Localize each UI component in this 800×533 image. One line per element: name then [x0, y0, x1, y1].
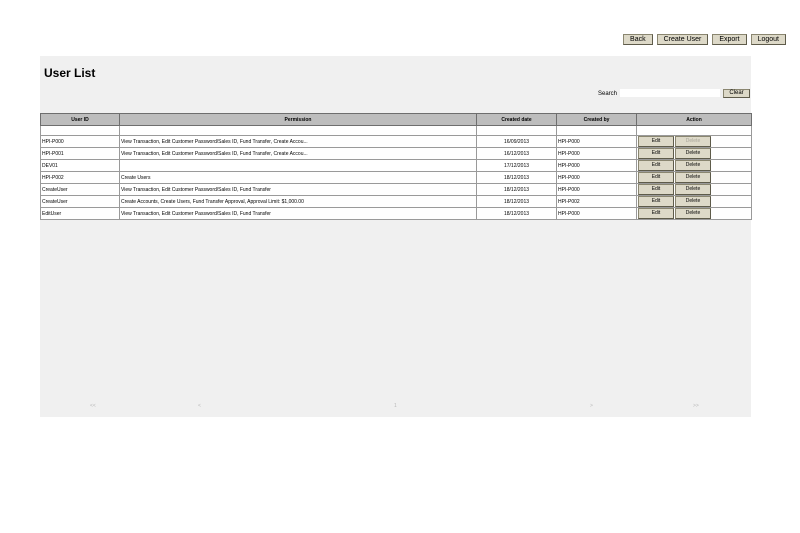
filter-created-date[interactable] [476, 125, 557, 136]
delete-button[interactable]: Delete [675, 184, 711, 195]
header-created-by[interactable]: Created by [556, 113, 637, 126]
pager-last[interactable]: >> [693, 403, 699, 409]
filter-permission[interactable] [119, 125, 477, 136]
cell-action: Edit Delete [636, 147, 752, 160]
cell-created-date: 16/12/2013 [476, 147, 557, 160]
filter-user-id[interactable] [40, 125, 120, 136]
edit-button[interactable]: Edit [638, 196, 674, 207]
clear-button[interactable]: Clear [723, 89, 750, 98]
table-row: DEV01 17/12/2013 HPI-P000 Edit Delete [40, 159, 752, 172]
create-user-button[interactable]: Create User [656, 34, 709, 45]
cell-user-id: HPI-P001 [40, 147, 120, 160]
cell-action: Edit Delete [636, 171, 752, 184]
delete-button: Delete [675, 136, 711, 147]
edit-button[interactable]: Edit [638, 160, 674, 171]
cell-created-date: 16/09/2013 [476, 135, 557, 148]
delete-button[interactable]: Delete [675, 160, 711, 171]
cell-created-by: HPI-P000 [556, 207, 637, 220]
header-created-date[interactable]: Created date [476, 113, 557, 126]
user-list-panel: User List Search Clear User ID Permissio… [40, 56, 752, 417]
filter-row [40, 125, 752, 136]
cell-created-by: HPI-P002 [556, 195, 637, 208]
cell-permission: View Transaction, Edit Customer Password… [119, 183, 477, 196]
cell-permission: View Transaction, Edit Customer Password… [119, 207, 477, 220]
cell-user-id: EditUser [40, 207, 120, 220]
edit-button[interactable]: Edit [638, 184, 674, 195]
cell-created-by: HPI-P000 [556, 159, 637, 172]
table-row: CreateUser Create Accounts, Create Users,… [40, 195, 752, 208]
cell-action: Edit Delete [636, 195, 752, 208]
search-label: Search [598, 91, 618, 97]
table-row: HPI-P002 Create Users 18/12/2013 HPI-P000 Ed… [40, 171, 752, 184]
cell-action: Edit Delete [636, 183, 752, 196]
cell-user-id: CreateUser [40, 183, 120, 196]
edit-button[interactable]: Edit [638, 208, 674, 219]
filter-action [636, 125, 752, 136]
pager-page[interactable]: 1 [394, 403, 397, 409]
table-header-row: User ID Permission Created date Created … [40, 113, 752, 126]
pager: << < 1 > >> [40, 401, 751, 411]
pager-prev[interactable]: < [198, 403, 201, 409]
cell-created-date: 18/12/2013 [476, 207, 557, 220]
cell-user-id: DEV01 [40, 159, 120, 172]
pager-first[interactable]: << [90, 403, 96, 409]
cell-user-id: CreateUser [40, 195, 120, 208]
cell-created-date: 17/12/2013 [476, 159, 557, 172]
export-button[interactable]: Export [712, 34, 747, 45]
edit-button[interactable]: Edit [638, 148, 674, 159]
user-table: User ID Permission Created date Created … [40, 113, 752, 220]
search-input[interactable] [620, 89, 720, 97]
pager-next[interactable]: > [590, 403, 593, 409]
logout-button[interactable]: Logout [750, 34, 786, 45]
delete-button[interactable]: Delete [675, 208, 711, 219]
header-user-id[interactable]: User ID [40, 113, 120, 126]
cell-created-date: 18/12/2013 [476, 195, 557, 208]
delete-button[interactable]: Delete [675, 148, 711, 159]
page-title: User List [44, 66, 96, 80]
cell-permission [119, 159, 477, 172]
header-permission[interactable]: Permission [119, 113, 477, 126]
table-row: EditUser View Transaction, Edit Customer … [40, 207, 752, 220]
cell-created-by: HPI-P000 [556, 171, 637, 184]
table-row: HPI-P001 View Transaction, Edit Customer … [40, 147, 752, 160]
cell-permission: View Transaction, Edit Customer Password… [119, 135, 477, 148]
edit-button[interactable]: Edit [638, 136, 674, 147]
cell-created-by: HPI-P000 [556, 135, 637, 148]
table-row: CreateUser View Transaction, Edit Custome… [40, 183, 752, 196]
cell-created-date: 18/12/2013 [476, 183, 557, 196]
table-row: HPI-P000 View Transaction, Edit Customer … [40, 135, 752, 148]
cell-action: Edit Delete [636, 159, 752, 172]
cell-permission: View Transaction, Edit Customer Password… [119, 147, 477, 160]
cell-permission: Create Accounts, Create Users, Fund Tran… [119, 195, 477, 208]
back-button[interactable]: Back [623, 34, 653, 45]
edit-button[interactable]: Edit [638, 172, 674, 183]
cell-action: Edit Delete [636, 207, 752, 220]
cell-permission: Create Users [119, 171, 477, 184]
header-action: Action [636, 113, 752, 126]
cell-created-date: 18/12/2013 [476, 171, 557, 184]
cell-user-id: HPI-P002 [40, 171, 120, 184]
cell-created-by: HPI-P000 [556, 183, 637, 196]
delete-button[interactable]: Delete [675, 196, 711, 207]
filter-created-by[interactable] [556, 125, 637, 136]
cell-action: Edit Delete [636, 135, 752, 148]
cell-created-by: HPI-P000 [556, 147, 637, 160]
top-nav: Back Create User Export Logout [623, 34, 786, 45]
delete-button[interactable]: Delete [675, 172, 711, 183]
cell-user-id: HPI-P000 [40, 135, 120, 148]
